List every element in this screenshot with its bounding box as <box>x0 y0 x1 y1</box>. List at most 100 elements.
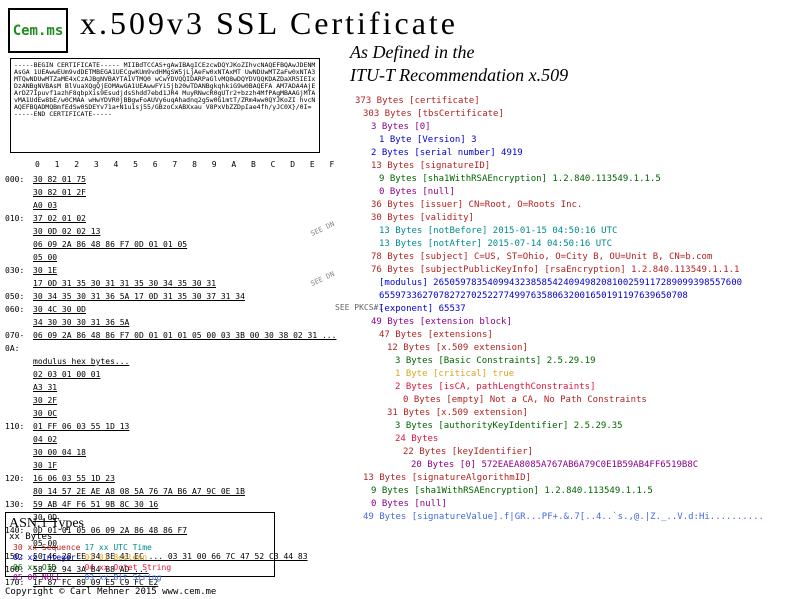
hex-offset <box>5 225 33 238</box>
hex-row: 30 00 04 18 <box>5 446 345 459</box>
tree-node: [exponent] 65537 <box>355 303 795 316</box>
hex-bytes: A0 03 <box>33 199 345 212</box>
tree-node: 76 Bytes [subjectPublicKeyInfo] [rsaEncr… <box>355 264 795 277</box>
asn-row: 30 xx Sequence 17 xx UTC Time <box>13 543 171 552</box>
tree-node: 0 Bytes [null] <box>355 498 795 511</box>
tree-node: 13 Bytes [signatureAlgorithmID] <box>355 472 795 485</box>
hex-bytes: 34 30 30 30 31 36 5A <box>33 316 345 329</box>
hex-bytes: 04 02 <box>33 433 345 446</box>
tree-node: 49 Bytes [signatureValue].f|GR...PF+.&.7… <box>355 511 795 524</box>
hex-offset <box>5 355 33 368</box>
hex-bytes: 05 00 <box>33 251 345 264</box>
certificate-pem-box: -----BEGIN CERTIFICATE----- MIIBdTCCAS+g… <box>10 58 320 153</box>
tree-node: 12 Bytes [x.509 extension] <box>355 342 795 355</box>
hex-row: 010:37 02 01 02 <box>5 212 345 225</box>
tree-node: 47 Bytes [extensions] <box>355 329 795 342</box>
tree-node: 1 Byte [critical] true <box>355 368 795 381</box>
hex-offset: 110: <box>5 420 33 433</box>
subtitle-1: As Defined in the <box>350 42 474 63</box>
tree-node: 13 Bytes [notBefore] 2015-01-15 04:50:16… <box>355 225 795 238</box>
hex-offset <box>5 238 33 251</box>
hex-row: 06 09 2A 86 48 86 F7 0D 01 01 05 <box>5 238 345 251</box>
main-title: x.509v3 SSL Certificate <box>80 5 458 42</box>
hex-offset <box>5 485 33 498</box>
hex-row: A3 31 <box>5 381 345 394</box>
tree-node: 2 Bytes [isCA, pathLengthConstraints] <box>355 381 795 394</box>
hex-offset: 050: <box>5 290 33 303</box>
hex-offset <box>5 381 33 394</box>
asn-cell: 02 xx Integer <box>13 553 80 562</box>
asn1-tree: 373 Bytes [certificate]303 Bytes [tbsCer… <box>355 95 795 524</box>
hex-offset <box>5 433 33 446</box>
tree-node: 20 Bytes [0] 572EAEA8085A767AB6A79C0E1B5… <box>355 459 795 472</box>
asn-cell: 17 xx UTC Time <box>84 543 171 552</box>
hex-offset: 060: <box>5 303 33 316</box>
asn1-legend-table: 30 xx Sequence 17 xx UTC Time 02 xx Intege… <box>9 542 175 583</box>
hex-bytes: 30 4C 30 0D <box>33 303 345 316</box>
hex-bytes: 30 1E <box>33 264 345 277</box>
tree-node: 0 Bytes [null] <box>355 186 795 199</box>
tree-node: 13 Bytes [notAfter] 2015-07-14 04:50:16 … <box>355 238 795 251</box>
tree-node: 3 Bytes [0] <box>355 121 795 134</box>
tree-node: 303 Bytes [tbsCertificate] <box>355 108 795 121</box>
logo-text: Cem.ms <box>13 23 64 39</box>
logo: Cem.ms <box>8 8 68 53</box>
hex-offset <box>5 368 33 381</box>
tree-node: 31 Bytes [x.509 extension] <box>355 407 795 420</box>
hex-bytes: 30 34 35 30 31 36 5A 17 0D 31 35 30 37 3… <box>33 290 345 303</box>
hex-offset: 120: <box>5 472 33 485</box>
hex-offset <box>5 199 33 212</box>
hex-row: 04 02 <box>5 433 345 446</box>
hex-row: 34 30 30 30 31 36 5A <box>5 316 345 329</box>
hex-bytes: 02 03 01 00 01 <box>33 368 345 381</box>
hex-offset <box>5 394 33 407</box>
asn-cell: 03 xx Bit String <box>84 573 171 582</box>
asn1-legend-title: ASN.1 Types <box>9 516 271 532</box>
subtitle-2: ITU-T Recommendation x.509 <box>350 65 568 86</box>
hex-row: A0 03 <box>5 199 345 212</box>
hex-row: 30 2F <box>5 394 345 407</box>
hex-row: 17 0D 31 35 30 31 31 35 30 34 35 30 31 <box>5 277 345 290</box>
hex-bytes: 80 14 57 2E AE A8 08 5A 76 7A B6 A7 9C 0… <box>33 485 345 498</box>
hex-row: 05 00 <box>5 251 345 264</box>
hex-row: 120:16 06 03 55 1D 23 <box>5 472 345 485</box>
asn-cell: 30 xx Sequence <box>13 543 80 552</box>
hex-row: 130:59 AB 4F F6 51 9B 8C 30 16 <box>5 498 345 511</box>
copyright: Copyright © Carl Mehner 2015 www.cem.me <box>5 587 216 597</box>
hex-offset <box>5 251 33 264</box>
hex-offset: 000: <box>5 173 33 186</box>
hex-offset: 030: <box>5 264 33 277</box>
tree-node: 24 Bytes <box>355 433 795 446</box>
tree-node: 49 Bytes [extension block] <box>355 316 795 329</box>
hex-bytes: 17 0D 31 35 30 31 31 35 30 34 35 30 31 <box>33 277 345 290</box>
hex-row: 110:01 FF 06 03 55 1D 13 <box>5 420 345 433</box>
tree-node: 3 Bytes [authorityKeyIdentifier] 2.5.29.… <box>355 420 795 433</box>
tree-node: 9 Bytes [sha1WithRSAEncryption] 1.2.840.… <box>355 485 795 498</box>
asn-row: 05 00 NULL 03 xx Bit String <box>13 573 171 582</box>
hex-bytes: 01 FF 06 03 55 1D 13 <box>33 420 345 433</box>
hex-offset <box>5 459 33 472</box>
hex-bytes: A3 31 <box>33 381 345 394</box>
hex-row: modulus hex bytes... <box>5 355 345 368</box>
hex-row: 02 03 01 00 01 <box>5 368 345 381</box>
tree-node: [modulus] 265059783540994323858542409498… <box>355 277 795 290</box>
hex-bytes: 59 AB 4F F6 51 9B 8C 30 16 <box>33 498 345 511</box>
asn-cell: 05 00 NULL <box>13 573 80 582</box>
tree-node: 6559733627078272702522774997635806320016… <box>355 290 795 303</box>
hex-bytes: 30 0C <box>33 407 345 420</box>
tree-node: 373 Bytes [certificate] <box>355 95 795 108</box>
hex-offset: 010: <box>5 212 33 225</box>
tree-node: 9 Bytes [sha1WithRSAEncryption] 1.2.840.… <box>355 173 795 186</box>
hex-row: 060: 30 4C 30 0D <box>5 303 345 316</box>
asn1-legend-sub: xx Bytes <box>9 532 271 542</box>
hex-offset: 130: <box>5 498 33 511</box>
hex-offset <box>5 446 33 459</box>
asn-cell: 04 xx Octet String <box>84 563 171 572</box>
hex-bytes: 30 0D 02 02 13 <box>33 225 345 238</box>
hex-bytes: 06 09 2A 86 48 86 F7 0D 01 01 01 05 00 0… <box>33 329 345 355</box>
hex-row: 050:30 34 35 30 31 36 5A 17 0D 31 35 30 … <box>5 290 345 303</box>
asn-row: 06 xx OID04 xx Octet String <box>13 563 171 572</box>
hex-bytes: 30 2F <box>33 394 345 407</box>
hex-offset <box>5 407 33 420</box>
tree-node: 1 Byte [Version] 3 <box>355 134 795 147</box>
